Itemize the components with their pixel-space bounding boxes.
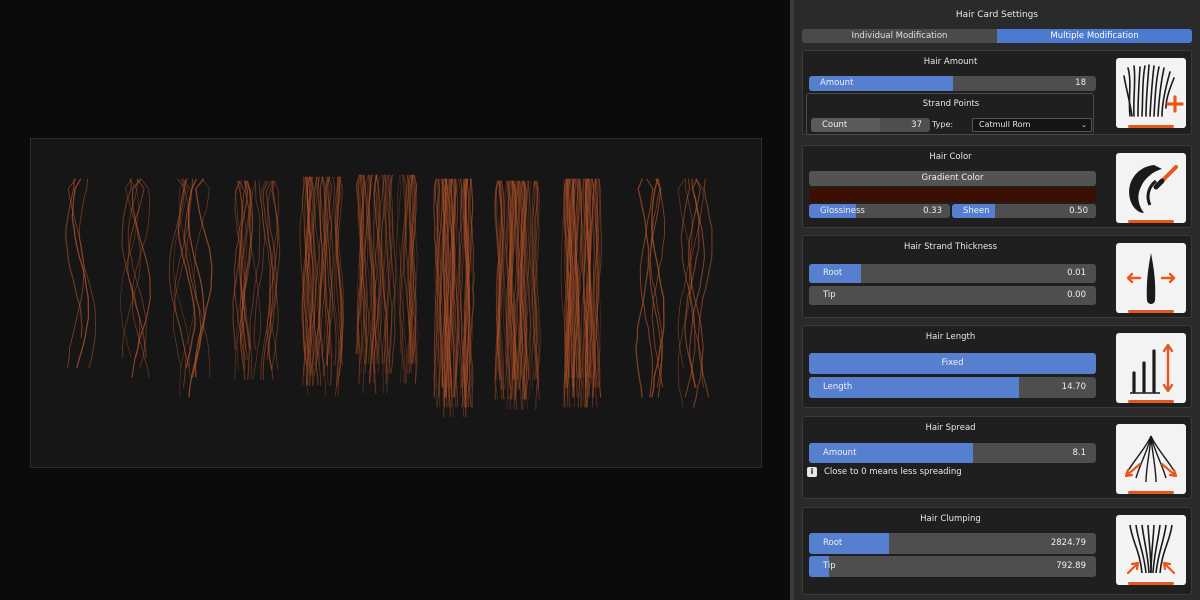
sheen-label: Sheen (963, 206, 990, 216)
hair-card-11 (677, 178, 713, 408)
hair-color-swatch[interactable] (809, 188, 1096, 202)
viewport[interactable] (0, 0, 790, 600)
hair-card-10 (635, 178, 665, 398)
strand-points-box: Strand Points Count 37 Type: Catmull Rom… (806, 93, 1094, 135)
icon-underline (1128, 125, 1174, 128)
sheen-value: 0.50 (1069, 206, 1088, 216)
length-mode-fixed-button[interactable]: Fixed (809, 353, 1096, 374)
hair-card-9 (560, 178, 603, 408)
thickness-root-value: 0.01 (1067, 268, 1086, 278)
hair-cards-render (65, 174, 713, 418)
clumping-tip-label: Tip (823, 561, 836, 571)
spread-info: i Close to 0 means less spreading (807, 467, 962, 477)
length-bars-icon-graphic (1130, 343, 1174, 394)
strand-type-label: Type: (932, 120, 954, 129)
hair-card-8 (494, 180, 541, 410)
hair-card-preview[interactable] (30, 138, 762, 468)
hair-card-settings-panel: Hair Card Settings Individual Modificati… (790, 0, 1200, 600)
hair-brush-icon-graphic (1129, 165, 1178, 213)
length-bars-icon[interactable] (1116, 333, 1186, 403)
thickness-tip-slider[interactable]: Tip 0.00 (809, 286, 1096, 305)
info-icon: i (807, 467, 817, 477)
hair-clumping-title: Hair Clumping (920, 514, 981, 524)
chevron-down-icon: ⌄ (1081, 121, 1087, 129)
hair-card-7 (433, 178, 475, 418)
strand-count-slider[interactable]: Count 37 (811, 118, 930, 132)
spread-info-text: Close to 0 means less spreading (824, 467, 962, 477)
icon-underline (1128, 310, 1174, 313)
thickness-root-slider[interactable]: Root 0.01 (809, 264, 1096, 283)
spread-icon[interactable] (1116, 424, 1186, 494)
length-label: Length (823, 382, 853, 392)
hair-add-icon[interactable] (1116, 58, 1186, 128)
strand-thickness-icon[interactable] (1116, 243, 1186, 313)
hair-length-section: Hair Length Fixed Length 14.70 (802, 325, 1192, 408)
hair-card-5 (299, 176, 345, 396)
hair-color-section: Hair Color Gradient Color Glossiness 0.3… (802, 145, 1192, 228)
glossiness-label: Glossiness (820, 206, 865, 216)
hair-amount-value: 18 (1075, 78, 1086, 88)
strand-type-select[interactable]: Catmull Rom ⌄ (972, 118, 1092, 132)
hair-brush-icon[interactable] (1116, 153, 1186, 223)
mode-tabs: Individual Modification Multiple Modific… (802, 29, 1192, 43)
gradient-color-button[interactable]: Gradient Color (809, 171, 1096, 186)
strand-points-title: Strand Points (922, 99, 980, 109)
clumping-tip-value: 792.89 (1056, 561, 1086, 571)
icon-underline (1128, 220, 1174, 223)
icon-underline (1128, 582, 1174, 585)
spread-amount-label: Amount (823, 448, 857, 458)
clumping-root-slider[interactable]: Root 2824.79 (809, 533, 1096, 554)
strand-count-label: Count (822, 120, 848, 130)
icon-underline (1128, 400, 1174, 403)
glossiness-value: 0.33 (923, 206, 942, 216)
hair-card-2 (120, 178, 151, 378)
strand-type-value: Catmull Rom (979, 120, 1031, 129)
clumping-root-label: Root (823, 538, 843, 548)
spread-icon-graphic (1124, 435, 1178, 483)
hair-amount-title: Hair Amount (923, 57, 978, 67)
hair-card-6 (355, 174, 419, 394)
hair-amount-slider[interactable]: Amount 18 (809, 76, 1096, 91)
tab-multiple-modification[interactable]: Multiple Modification (997, 29, 1192, 43)
panel-title: Hair Card Settings (955, 10, 1039, 20)
clumping-icon-graphic (1126, 524, 1176, 575)
clumping-tip-slider[interactable]: Tip 792.89 (809, 556, 1096, 577)
hair-amount-label: Amount (820, 78, 854, 88)
spread-amount-value: 8.1 (1072, 448, 1086, 458)
hair-add-icon-graphic (1123, 64, 1184, 117)
strand-count-value: 37 (911, 120, 922, 130)
hair-thickness-section: Hair Strand Thickness Root 0.01 Tip 0.00 (802, 235, 1192, 318)
length-slider[interactable]: Length 14.70 (809, 377, 1096, 398)
thickness-tip-value: 0.00 (1067, 290, 1086, 300)
hair-card-1 (65, 178, 97, 368)
strand-thickness-icon-graphic (1126, 253, 1176, 304)
hair-amount-section: Hair Amount Amount 18 Strand Points Coun… (802, 50, 1192, 135)
hair-card-3 (168, 178, 213, 398)
hair-thickness-title: Hair Strand Thickness (903, 242, 998, 252)
icon-underline (1128, 491, 1174, 494)
hair-card-4 (232, 180, 281, 380)
tab-individual-modification[interactable]: Individual Modification (802, 29, 997, 43)
clumping-icon[interactable] (1116, 515, 1186, 585)
clumping-root-value: 2824.79 (1050, 538, 1086, 548)
hair-color-title: Hair Color (929, 152, 972, 162)
hair-clumping-section: Hair Clumping Root 2824.79 Tip 792.89 (802, 507, 1192, 595)
length-value: 14.70 (1061, 382, 1086, 392)
glossiness-slider[interactable]: Glossiness 0.33 (809, 204, 950, 218)
hair-length-title: Hair Length (925, 332, 976, 342)
spread-amount-slider[interactable]: Amount 8.1 (809, 443, 1096, 463)
clumping-root-fill (809, 533, 890, 554)
thickness-tip-label: Tip (823, 290, 836, 300)
thickness-root-label: Root (823, 268, 843, 278)
hair-spread-section: Hair Spread Amount 8.1 i Close to 0 mean… (802, 416, 1192, 499)
sheen-slider[interactable]: Sheen 0.50 (952, 204, 1096, 218)
hair-spread-title: Hair Spread (925, 423, 976, 433)
